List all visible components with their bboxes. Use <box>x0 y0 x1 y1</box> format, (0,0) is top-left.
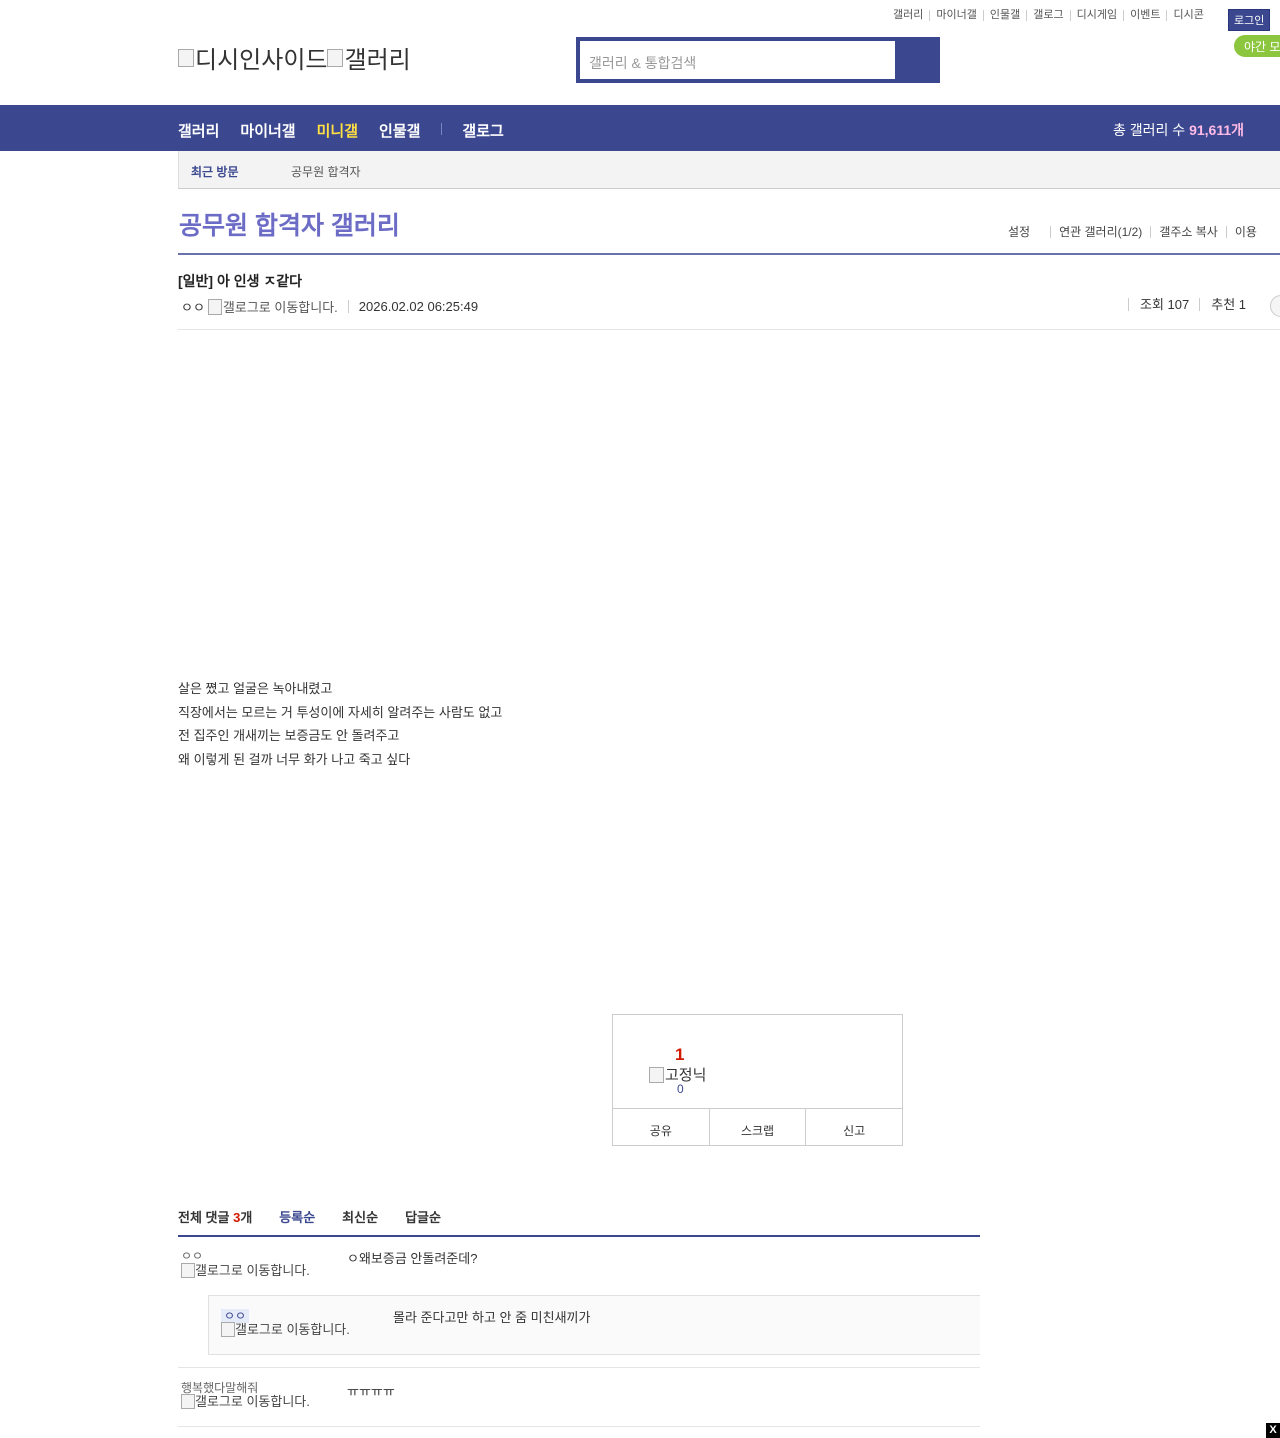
broken-image-icon <box>327 48 344 67</box>
comment-jump-button[interactable] <box>1270 295 1280 317</box>
reply-gallog-link[interactable]: 갤로그로 이동합니다. <box>221 1322 351 1337</box>
night-mode-button[interactable]: 야간 모 <box>1234 35 1280 57</box>
search-bar: 갤러리 & 통합검색 <box>576 37 940 83</box>
close-icon[interactable]: X <box>1266 1423 1280 1438</box>
post-body-line: 살은 쪘고 얼굴은 녹아내렸고 <box>178 681 333 696</box>
broken-image-icon <box>649 1066 664 1083</box>
recent-visit-bar: 최근 방문 공무원 합격자 <box>178 151 1280 189</box>
related-gallery-link[interactable]: 연관 갤러리(1/2) <box>1050 226 1150 238</box>
top-link-person[interactable]: 인물갤 <box>982 10 1026 21</box>
comment-divider <box>178 1426 980 1427</box>
comment-text: ㅠㅠㅠㅠ <box>347 1384 395 1399</box>
sort-replies[interactable]: 답글순 <box>405 1207 441 1226</box>
comment-count-label: 전체 댓글 3개 <box>178 1210 253 1225</box>
comment-header-divider <box>178 1235 980 1237</box>
search-input[interactable]: 갤러리 & 통합검색 <box>580 41 895 79</box>
gallery-title[interactable]: 공무원 합격자 갤러리 <box>179 206 400 242</box>
post-body: 살은 쪘고 얼굴은 녹아내렸고 직장에서는 모르는 거 투성이에 자세히 알려주… <box>178 677 502 771</box>
total-gallery-count: 총 갤러리 수 91,611개 <box>1113 122 1245 138</box>
comment-gallog-link[interactable]: 갤로그로 이동합니다. <box>181 1263 311 1278</box>
broken-image-icon <box>178 48 194 67</box>
post-title: [일반] 아 인생 ㅈ같다 <box>178 273 303 289</box>
post-action-buttons: 공유 스크랩 신고 <box>613 1108 902 1146</box>
login-button[interactable]: 로그인 <box>1228 9 1271 31</box>
nav-gallery[interactable]: 갤러리 <box>178 120 219 141</box>
post-stats: 조회 107 추천 1 <box>1128 298 1256 311</box>
broken-image-icon <box>221 1322 235 1337</box>
top-link-gallog[interactable]: 갤로그 <box>1026 10 1069 21</box>
sort-registered[interactable]: 등록순 <box>279 1207 315 1226</box>
recent-visit-label[interactable]: 최근 방문 <box>191 163 239 180</box>
comment-gallog-link[interactable]: 갤로그로 이동합니다. <box>181 1394 311 1409</box>
post-author[interactable]: ㅇㅇ <box>181 297 205 316</box>
broken-image-icon <box>181 1394 195 1409</box>
title-divider <box>178 253 1280 255</box>
comment-text: ㅇ왜보증금 안돌려준데? <box>347 1251 478 1266</box>
post-date: 2026.02.02 06:25:49 <box>347 300 478 313</box>
reply-text: 몰라 준다고만 하고 안 줌 미친새끼가 <box>393 1310 591 1325</box>
top-link-dccon[interactable]: 디시콘 <box>1166 10 1209 21</box>
nav-minor-gallery[interactable]: 마이너갤 <box>240 120 295 141</box>
recent-visit-item[interactable]: 공무원 합격자 <box>291 163 361 180</box>
copy-address-link[interactable]: 갤주소 복사 <box>1150 226 1226 238</box>
report-button[interactable]: 신고 <box>805 1109 902 1146</box>
gallog-link[interactable]: 갤로그로 이동합니다. <box>207 297 338 316</box>
broken-image-icon <box>181 1263 195 1278</box>
downvote-count[interactable]: 0 <box>677 1082 684 1096</box>
logo-dcinside[interactable]: 디시인사이드 <box>178 40 327 75</box>
usage-link[interactable]: 이용 <box>1225 226 1265 238</box>
settings-link[interactable]: 설정 <box>1000 226 1038 238</box>
top-link-gallery[interactable]: 갤러리 <box>887 10 929 21</box>
comment-divider <box>178 1367 980 1368</box>
recommend-box: 1 고정닉 0 공유 스크랩 신고 <box>612 1014 903 1146</box>
post-body-line: 전 집주인 개새끼는 보증금도 안 돌려주고 <box>178 728 400 743</box>
top-link-event[interactable]: 이벤트 <box>1123 10 1166 21</box>
comment-nick[interactable]: ㅇㅇ <box>181 1247 203 1264</box>
nav-person-gallery[interactable]: 인물갤 <box>379 120 420 141</box>
scrap-button[interactable]: 스크랩 <box>708 1109 806 1146</box>
upvote-count[interactable]: 1 <box>675 1045 684 1065</box>
main-nav: 갤러리 마이너갤 미니갤 인물갤 갤로그 총 갤러리 수 91,611개 <box>0 105 1280 151</box>
view-count: 조회 107 <box>1128 298 1199 311</box>
post-divider <box>178 329 1280 330</box>
post-body-line: 왜 이렇게 된 걸까 너무 화가 나고 죽고 싶다 <box>178 751 411 767</box>
share-button[interactable]: 공유 <box>613 1109 709 1146</box>
recommend-count: 추천 1 <box>1199 298 1256 311</box>
nav-gallog[interactable]: 갤로그 <box>462 120 503 141</box>
site-logo[interactable]: 디시인사이드 갤러리 <box>178 40 411 75</box>
nav-divider <box>441 123 443 135</box>
comment-header: 전체 댓글 3개 등록순 최신순 답글순 <box>178 1207 441 1226</box>
logo-gallery[interactable]: 갤러리 <box>327 40 411 75</box>
post-body-line: 직장에서는 모르는 거 투성이에 자세히 알려주는 사람도 없고 <box>178 704 503 720</box>
nav-mini-gallery[interactable]: 미니갤 <box>317 120 358 141</box>
sort-latest[interactable]: 최신순 <box>342 1207 378 1226</box>
post-meta: ㅇㅇ 갤로그로 이동합니다. 2026.02.02 06:25:49 <box>181 297 478 316</box>
top-link-game[interactable]: 디시게임 <box>1069 10 1123 21</box>
gallery-options: 설정 연관 갤러리(1/2) 갤주소 복사 이용 <box>1000 226 1265 238</box>
top-link-minor[interactable]: 마이너갤 <box>929 10 982 21</box>
top-utility-links: 갤러리 마이너갤 인물갤 갤로그 디시게임 이벤트 디시콘 <box>887 10 1210 21</box>
broken-image-icon <box>207 298 222 315</box>
